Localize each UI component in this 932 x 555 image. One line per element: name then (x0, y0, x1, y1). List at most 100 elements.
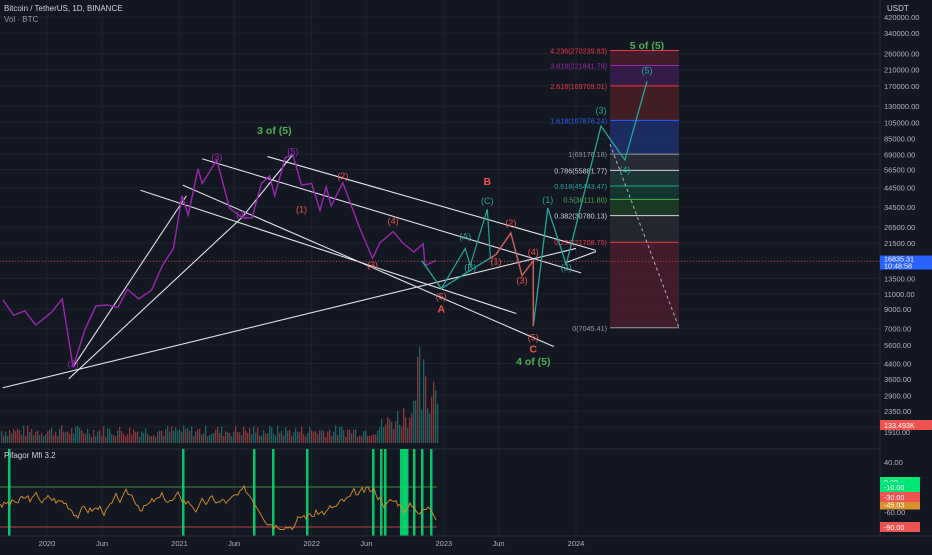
price-chart[interactable]: 4.236(270239.83) 3.618(221841.79) 2.618(16… (0, 0, 932, 550)
volume-bar (369, 436, 371, 443)
volume-bar (203, 433, 205, 443)
volume-bar (339, 426, 341, 443)
volume-bar (123, 433, 125, 443)
volume-bar (175, 427, 177, 443)
volume-bar (357, 436, 359, 443)
fib-level-label: 1.618(107876.24) (550, 116, 607, 125)
volume-bar (49, 429, 51, 443)
volume-bar (313, 431, 315, 443)
volume-bar (11, 433, 13, 443)
volume-bar (337, 434, 339, 443)
volume-bar (275, 435, 277, 443)
volume-bar (345, 436, 347, 443)
volume-bar (303, 434, 305, 443)
volume-bar (33, 434, 35, 443)
volume-bar (289, 429, 291, 443)
volume-bar (111, 434, 113, 443)
volume-bar (281, 430, 283, 443)
volume-bar (383, 427, 385, 443)
symbol-title[interactable]: Bitcoin / TetherUS, 1D, BINANCE (4, 4, 123, 13)
wave-label: (A) (459, 231, 471, 241)
trendlines (2, 154, 597, 389)
volume-bar (207, 436, 209, 443)
volume-bar (43, 436, 45, 443)
volume-bar (425, 375, 427, 443)
volume-bar (67, 431, 69, 443)
volume-title[interactable]: Vol · BTC (4, 15, 38, 24)
indicator-title[interactable]: Pifagor Mfi 3.2 (4, 451, 56, 460)
volume-bar (307, 432, 309, 443)
volume-bar (317, 434, 319, 443)
wave-label: A (438, 304, 446, 316)
volume-bar (361, 436, 363, 443)
wave-label: (4) (619, 165, 630, 175)
volume-bar (249, 428, 251, 443)
volume-bar (311, 430, 313, 443)
volume-bar (57, 436, 59, 443)
volume-bar (81, 430, 83, 443)
volume-bar (227, 432, 229, 443)
volume-bar (199, 428, 201, 443)
volume-bar (21, 434, 23, 443)
volume-bar (127, 434, 129, 443)
volume-bar (85, 434, 87, 443)
fib-level-label: 0.618(45443.47) (554, 182, 607, 191)
volume-bar (217, 427, 219, 443)
wave-label: (2) (561, 262, 572, 272)
y-tick-label: 4400.00 (884, 360, 911, 369)
x-tick-label: Jun (228, 539, 240, 548)
y-tick-label: 44500.00 (884, 184, 915, 193)
volume-axis-tick: 1910.00 (884, 428, 910, 437)
volume-bar (107, 428, 109, 443)
volume-bar (347, 429, 349, 443)
volume-bar (389, 419, 391, 443)
mfi-signal-bar (372, 449, 375, 536)
volume-bar (321, 429, 323, 443)
volume-bar (397, 411, 399, 443)
volume-bar (299, 431, 301, 443)
volume-bar (359, 435, 361, 443)
volume-bar (277, 425, 279, 443)
volume-bar (149, 436, 151, 443)
wave-label: (2) (337, 171, 348, 181)
volume-bar (409, 417, 411, 443)
volume-bar (319, 430, 321, 443)
volume-bar (391, 421, 393, 443)
volume-bar (145, 428, 147, 443)
wave-label: 5 of (5) (630, 40, 664, 52)
wave-label: (3) (517, 276, 528, 286)
volume-bar (13, 429, 15, 443)
volume-bar (185, 429, 187, 443)
volume-bar (153, 434, 155, 443)
volume-bar (31, 428, 33, 443)
mfi-signal-bar (430, 449, 433, 536)
volume-bar (17, 428, 19, 443)
mfi-tick-label: 40.00 (884, 458, 903, 467)
trendline (72, 195, 187, 368)
volume-bar (193, 436, 195, 443)
volume-bar (285, 427, 287, 443)
volume-bar (121, 431, 123, 443)
mfi-signal-bar (8, 449, 11, 536)
trendline (2, 247, 577, 389)
currency-label[interactable]: USDT (887, 4, 909, 13)
volume-bar (3, 435, 5, 443)
projection-path-abc (440, 209, 492, 289)
volume-bar (423, 359, 425, 443)
volume-bar (5, 431, 7, 443)
volume-bar (1, 431, 3, 443)
fib-zone (610, 242, 679, 328)
volume-bar (197, 429, 199, 443)
y-tick-label: 85000.00 (884, 134, 915, 143)
y-tick-label: 2900.00 (884, 391, 911, 400)
y-tick-label: 7000.00 (884, 324, 911, 333)
volume-bar (381, 418, 383, 443)
fib-level-label: 2.618(169709.01) (550, 82, 607, 91)
mfi-value-tag-label: -30.00 (884, 493, 904, 502)
fib-level-label: 4.236(270239.83) (550, 47, 607, 56)
wave-label: (5) (287, 147, 298, 157)
volume-bar (287, 430, 289, 443)
volume-bar (239, 432, 241, 443)
wave-label: (5) (528, 333, 539, 343)
wave-label: (2) (505, 218, 516, 228)
